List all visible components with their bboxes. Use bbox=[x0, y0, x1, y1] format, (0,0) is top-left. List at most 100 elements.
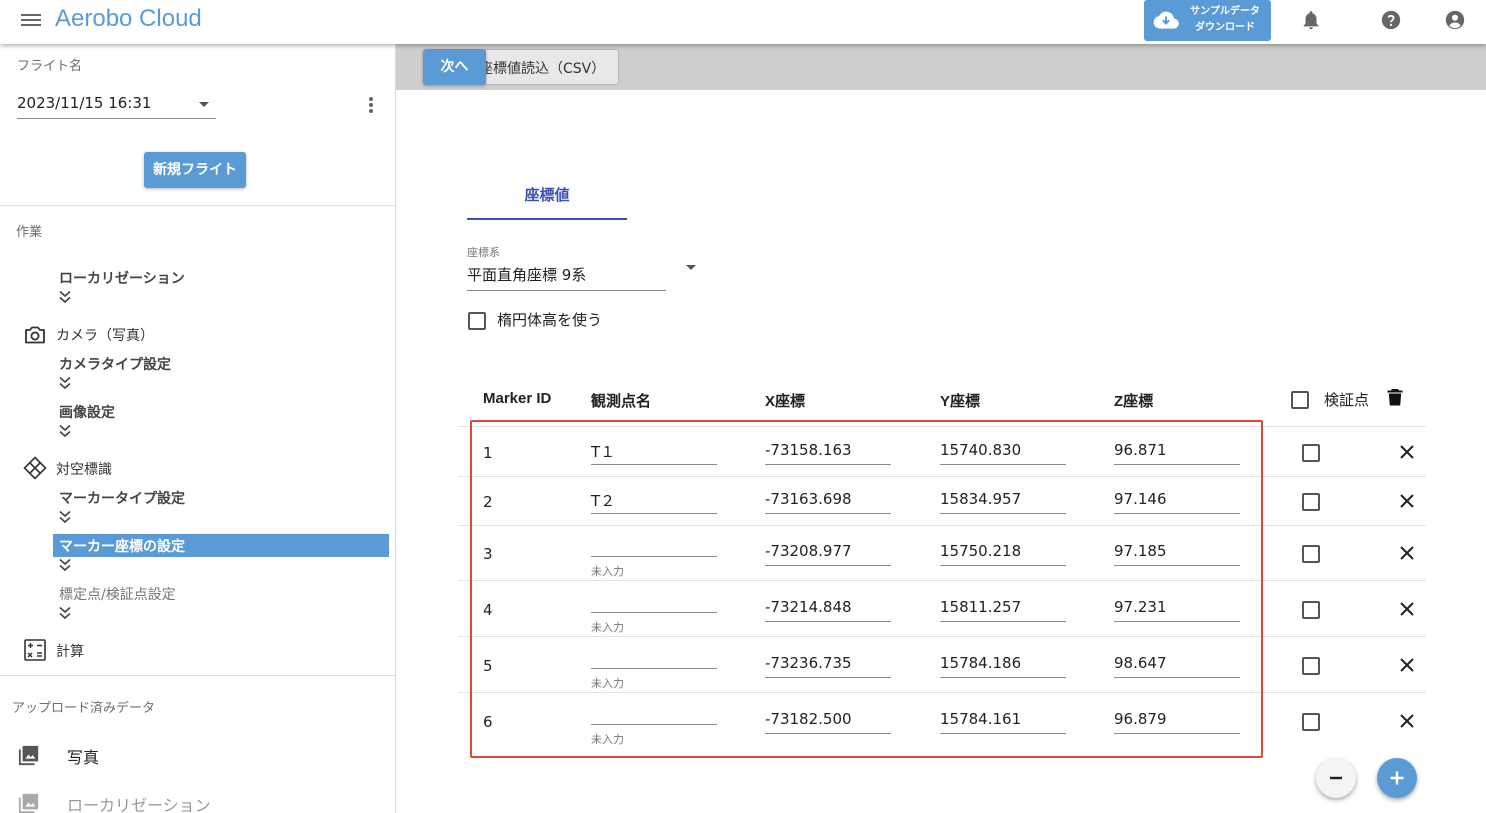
y-coord-input[interactable]: 15834.957 bbox=[940, 489, 1066, 514]
photo-library-icon bbox=[18, 745, 39, 766]
x-coord-input[interactable]: -73236.735 bbox=[765, 653, 891, 678]
uploaded-item-label: ローカリゼーション bbox=[67, 796, 211, 813]
row-separator bbox=[458, 476, 1426, 477]
chevron-double-down-icon bbox=[59, 290, 71, 304]
verify-checkbox[interactable] bbox=[1302, 601, 1320, 619]
calculator-icon bbox=[24, 639, 46, 661]
y-coord-input[interactable]: 15811.257 bbox=[940, 597, 1066, 622]
close-icon[interactable] bbox=[1399, 545, 1415, 561]
bell-icon[interactable] bbox=[1300, 9, 1322, 31]
y-coord-value: 15784.161 bbox=[940, 710, 1022, 728]
x-coord-value: -73214.848 bbox=[765, 598, 852, 616]
verify-checkbox[interactable] bbox=[1302, 657, 1320, 675]
crs-select[interactable]: 平面直角座標 9系 bbox=[467, 262, 666, 291]
z-coord-input[interactable]: 96.879 bbox=[1114, 709, 1240, 734]
flight-name-label: フライト名 bbox=[17, 59, 83, 74]
verify-all-checkbox[interactable] bbox=[1291, 391, 1309, 409]
obs-name-value: T２ bbox=[591, 492, 616, 510]
account-icon[interactable] bbox=[1444, 9, 1466, 31]
z-coord-value: 98.647 bbox=[1114, 654, 1167, 672]
task-gcp-check[interactable]: 標定点/検証点設定 bbox=[59, 584, 176, 604]
z-coord-value: 97.146 bbox=[1114, 490, 1167, 508]
x-coord-input[interactable]: -73214.848 bbox=[765, 597, 891, 622]
aerial-marker-section-title: 対空標識 bbox=[56, 462, 112, 478]
y-coord-input[interactable]: 15784.161 bbox=[940, 709, 1066, 734]
x-coord-value: -73208.977 bbox=[765, 542, 852, 560]
z-coord-input[interactable]: 96.871 bbox=[1114, 440, 1240, 465]
z-coord-input[interactable]: 97.231 bbox=[1114, 597, 1240, 622]
col-header-z: Z座標 bbox=[1114, 393, 1154, 410]
y-coord-value: 15811.257 bbox=[940, 598, 1022, 616]
minus-icon bbox=[1330, 776, 1342, 780]
task-camera-type[interactable]: カメラタイプ設定 bbox=[59, 354, 171, 374]
chevron-double-down-icon bbox=[59, 510, 71, 524]
tab-coordinates[interactable]: 座標値 bbox=[467, 170, 627, 220]
verify-checkbox[interactable] bbox=[1302, 713, 1320, 731]
help-icon[interactable] bbox=[1380, 9, 1402, 31]
y-coord-input[interactable]: 15740.830 bbox=[940, 440, 1066, 465]
close-icon[interactable] bbox=[1399, 493, 1415, 509]
obs-name-input[interactable]: T１ bbox=[591, 440, 717, 465]
close-icon[interactable] bbox=[1399, 713, 1415, 729]
obs-name-input[interactable] bbox=[591, 644, 717, 669]
obs-name-input[interactable]: T２ bbox=[591, 489, 717, 514]
close-icon[interactable] bbox=[1399, 657, 1415, 673]
close-icon[interactable] bbox=[1399, 601, 1415, 617]
tab-coordinates-label: 座標値 bbox=[524, 186, 570, 204]
z-coord-input[interactable]: 98.647 bbox=[1114, 653, 1240, 678]
work-section-label: 作業 bbox=[16, 225, 43, 240]
add-row-button[interactable] bbox=[1377, 758, 1417, 798]
uploaded-item-localization[interactable]: ローカリゼーション bbox=[18, 792, 278, 813]
x-coord-input[interactable]: -73208.977 bbox=[765, 541, 891, 566]
z-coord-input[interactable]: 97.185 bbox=[1114, 541, 1240, 566]
close-icon[interactable] bbox=[1399, 444, 1415, 460]
y-coord-input[interactable]: 15784.186 bbox=[940, 653, 1066, 678]
sample-data-download-button[interactable]: サンプルデータ ダウンロード bbox=[1144, 0, 1271, 41]
chevron-double-down-icon bbox=[59, 558, 71, 572]
menu-icon[interactable] bbox=[21, 11, 41, 27]
marker-diamond-icon bbox=[23, 456, 47, 480]
dropdown-arrow-icon[interactable] bbox=[686, 265, 696, 270]
task-marker-type[interactable]: マーカータイプ設定 bbox=[59, 488, 185, 508]
task-marker-coordinates-active[interactable]: マーカー座標の設定 bbox=[53, 534, 389, 557]
cloud-download-icon bbox=[1153, 11, 1179, 29]
x-coord-input[interactable]: -73182.500 bbox=[765, 709, 891, 734]
sidebar: フライト名 2023/11/15 16:31 新規フライト 作業 ローカリゼーシ… bbox=[0, 44, 396, 813]
marker-id-cell: 5 bbox=[483, 657, 493, 675]
verify-checkbox[interactable] bbox=[1302, 444, 1320, 462]
x-coord-input[interactable]: -73158.163 bbox=[765, 440, 891, 465]
obs-name-input[interactable] bbox=[591, 700, 717, 725]
y-coord-input[interactable]: 15750.218 bbox=[940, 541, 1066, 566]
z-coord-value: 97.185 bbox=[1114, 542, 1167, 560]
obs-name-input[interactable] bbox=[591, 532, 717, 557]
flight-select[interactable]: 2023/11/15 16:31 bbox=[17, 92, 216, 119]
chevron-double-down-icon bbox=[59, 376, 71, 390]
camera-icon bbox=[25, 326, 45, 344]
verify-checkbox[interactable] bbox=[1302, 493, 1320, 511]
row-separator bbox=[458, 692, 1426, 693]
empty-helper-text: 未入力 bbox=[591, 565, 624, 578]
crs-label: 座標系 bbox=[467, 246, 500, 259]
remove-row-button[interactable] bbox=[1316, 758, 1356, 798]
more-vert-icon[interactable] bbox=[366, 97, 376, 115]
uploaded-item-photos[interactable]: 写真 bbox=[18, 744, 218, 768]
trash-icon[interactable] bbox=[1387, 388, 1403, 406]
obs-name-input[interactable] bbox=[591, 588, 717, 613]
crs-select-value: 平面直角座標 9系 bbox=[467, 266, 587, 284]
app-header: Aerobo Cloud サンプルデータ ダウンロード bbox=[0, 0, 1486, 44]
row-separator bbox=[458, 525, 1426, 526]
marker-id-cell: 1 bbox=[483, 444, 493, 462]
task-image-setting[interactable]: 画像設定 bbox=[59, 402, 115, 422]
ellipsoid-height-checkbox[interactable] bbox=[468, 312, 486, 330]
obs-name-value: T１ bbox=[591, 443, 616, 461]
verify-checkbox[interactable] bbox=[1302, 545, 1320, 563]
chevron-double-down-icon bbox=[59, 606, 71, 620]
x-coord-input[interactable]: -73163.698 bbox=[765, 489, 891, 514]
new-flight-button[interactable]: 新規フライト bbox=[144, 152, 246, 188]
uploaded-item-label: 写真 bbox=[67, 748, 100, 767]
calc-section-title: 計算 bbox=[56, 644, 84, 660]
next-button[interactable]: 次へ bbox=[423, 49, 486, 85]
task-localization[interactable]: ローカリゼーション bbox=[59, 268, 185, 288]
photo-library-icon bbox=[18, 793, 39, 813]
z-coord-input[interactable]: 97.146 bbox=[1114, 489, 1240, 514]
